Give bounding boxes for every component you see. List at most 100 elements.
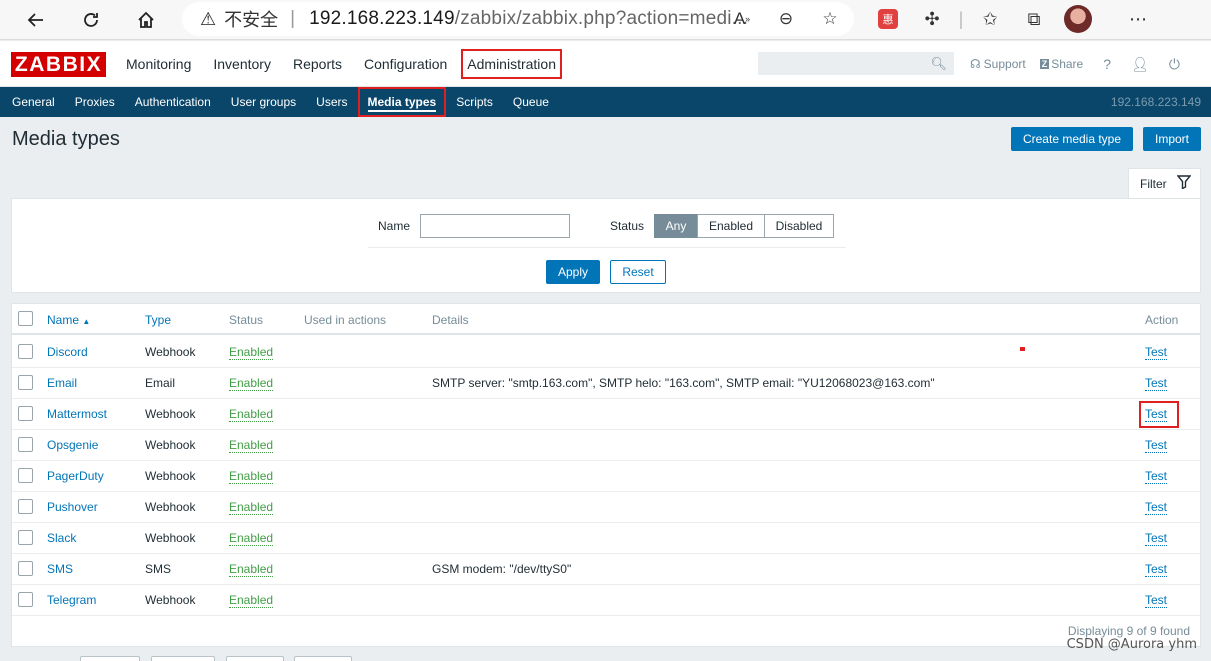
test-link[interactable]: Test [1145, 345, 1168, 360]
test-link[interactable]: Test [1145, 376, 1168, 391]
media-type: Webhook [145, 345, 196, 359]
row-checkbox[interactable] [18, 406, 33, 421]
media-name-link[interactable]: Telegram [47, 593, 96, 607]
menu-configuration[interactable]: Configuration [356, 49, 455, 79]
media-details: SMTP server: "smtp.163.com", SMTP helo: … [432, 376, 935, 390]
header-type-sort[interactable]: Type [145, 313, 171, 327]
favorite-add-icon[interactable]: ☆ [808, 4, 852, 34]
puzzle-icon[interactable]: ✣ [910, 4, 954, 34]
media-name-link[interactable]: Pushover [47, 500, 98, 514]
subnav-queue[interactable]: Queue [503, 87, 559, 117]
menu-reports[interactable]: Reports [285, 49, 350, 79]
table-row: PagerDuty Webhook Enabled Test [12, 461, 1200, 492]
test-link[interactable]: Test [1145, 500, 1168, 515]
subnav-user-groups[interactable]: User groups [221, 87, 306, 117]
status-toggle-link[interactable]: Enabled [229, 345, 274, 360]
subnav-users[interactable]: Users [306, 87, 357, 117]
media-type: Email [145, 376, 176, 390]
sign-out-icon[interactable]: ⏻ [1169, 56, 1180, 73]
status-toggle-link[interactable]: Enabled [229, 562, 274, 577]
read-aloud-icon[interactable]: A» [720, 4, 764, 34]
subnav-general[interactable]: General [0, 87, 65, 117]
test-link[interactable]: Test [1145, 593, 1168, 608]
subnav-authentication[interactable]: Authentication [125, 87, 221, 117]
row-checkbox[interactable] [18, 468, 33, 483]
header-name-sort[interactable]: Name ▲ [47, 313, 90, 327]
media-name-link[interactable]: Opsgenie [47, 438, 98, 452]
subnav-scripts[interactable]: Scripts [446, 87, 503, 117]
status-disabled-option[interactable]: Disabled [764, 214, 834, 238]
back-icon[interactable] [18, 4, 54, 36]
test-link[interactable]: Test [1145, 438, 1168, 453]
home-icon[interactable] [128, 4, 164, 36]
filter-tab[interactable]: Filter [1128, 168, 1201, 199]
media-type: Webhook [145, 593, 196, 607]
collections-icon[interactable]: ⧉ [1012, 4, 1056, 34]
highlight-box [1139, 401, 1179, 428]
status-enabled-option[interactable]: Enabled [697, 214, 765, 238]
row-checkbox[interactable] [18, 530, 33, 545]
sort-asc-icon: ▲ [82, 317, 91, 326]
media-name-link[interactable]: Mattermost [47, 407, 107, 421]
filter-divider [368, 247, 846, 248]
status-toggle-link[interactable]: Enabled [229, 500, 274, 515]
main-menu: Monitoring Inventory Reports Configurati… [118, 41, 568, 87]
reload-icon[interactable] [73, 4, 109, 36]
import-button[interactable]: Import [1143, 127, 1201, 151]
status-toggle-link[interactable]: Enabled [229, 407, 274, 422]
row-checkbox[interactable] [18, 592, 33, 607]
status-toggle-link[interactable]: Enabled [229, 376, 274, 391]
watermark-text: CSDN @Aurora yhm [1066, 637, 1197, 652]
zoom-icon[interactable]: ⊖ [764, 4, 808, 34]
subnav-media-types[interactable]: Media types [357, 87, 447, 117]
table-row: Slack Webhook Enabled Test [12, 523, 1200, 554]
status-toggle-link[interactable]: Enabled [229, 469, 274, 484]
media-name-link[interactable]: Discord [47, 345, 88, 359]
media-name-link[interactable]: SMS [47, 562, 73, 576]
media-name-link[interactable]: PagerDuty [47, 469, 104, 483]
share-link[interactable]: Z Share [1039, 57, 1083, 71]
filter-name-input[interactable] [420, 214, 570, 238]
media-name-link[interactable]: Email [47, 376, 77, 390]
reset-button[interactable]: Reset [610, 260, 666, 284]
user-profile-icon[interactable]: 👤︎ [1131, 56, 1149, 73]
mass-action-button[interactable] [80, 656, 140, 661]
create-media-type-button[interactable]: Create media type [1011, 127, 1133, 151]
media-type: SMS [145, 562, 172, 576]
headset-icon: ☊ [970, 57, 981, 71]
row-checkbox[interactable] [18, 375, 33, 390]
status-toggle-link[interactable]: Enabled [229, 531, 274, 546]
row-checkbox[interactable] [18, 437, 33, 452]
row-checkbox[interactable] [18, 561, 33, 576]
select-all-checkbox[interactable] [18, 311, 33, 326]
header-status: Status [229, 313, 264, 327]
mass-action-button[interactable] [151, 656, 215, 661]
media-name-link[interactable]: Slack [47, 531, 76, 545]
row-checkbox[interactable] [18, 499, 33, 514]
extension-icon[interactable]: 惠 [866, 4, 910, 34]
status-any-option[interactable]: Any [654, 214, 698, 238]
global-search-input[interactable]: 🔍︎ [758, 52, 954, 75]
zabbix-logo[interactable]: ZABBIX [11, 52, 106, 77]
subnav-proxies[interactable]: Proxies [65, 87, 125, 117]
apply-button[interactable]: Apply [546, 260, 600, 284]
test-link[interactable]: Test [1145, 562, 1168, 577]
search-icon[interactable]: 🔍︎ [930, 56, 947, 72]
test-link[interactable]: Test [1145, 469, 1168, 484]
help-icon[interactable]: ? [1103, 56, 1111, 72]
media-type: Webhook [145, 500, 196, 514]
status-toggle-link[interactable]: Enabled [229, 438, 274, 453]
menu-administration[interactable]: Administration [461, 49, 562, 79]
mass-action-button[interactable] [294, 656, 352, 661]
row-checkbox[interactable] [18, 344, 33, 359]
profile-avatar[interactable] [1056, 4, 1100, 34]
more-icon[interactable]: ⋯ [1116, 4, 1160, 34]
status-toggle-link[interactable]: Enabled [229, 593, 274, 608]
menu-monitoring[interactable]: Monitoring [118, 49, 199, 79]
result-count: Displaying 9 of 9 found [1067, 624, 1190, 638]
test-link[interactable]: Test [1145, 531, 1168, 546]
mass-action-button[interactable] [226, 656, 284, 661]
menu-inventory[interactable]: Inventory [205, 49, 279, 79]
favorites-icon[interactable]: ✩ [968, 4, 1012, 34]
support-link[interactable]: ☊ Support [970, 57, 1026, 71]
